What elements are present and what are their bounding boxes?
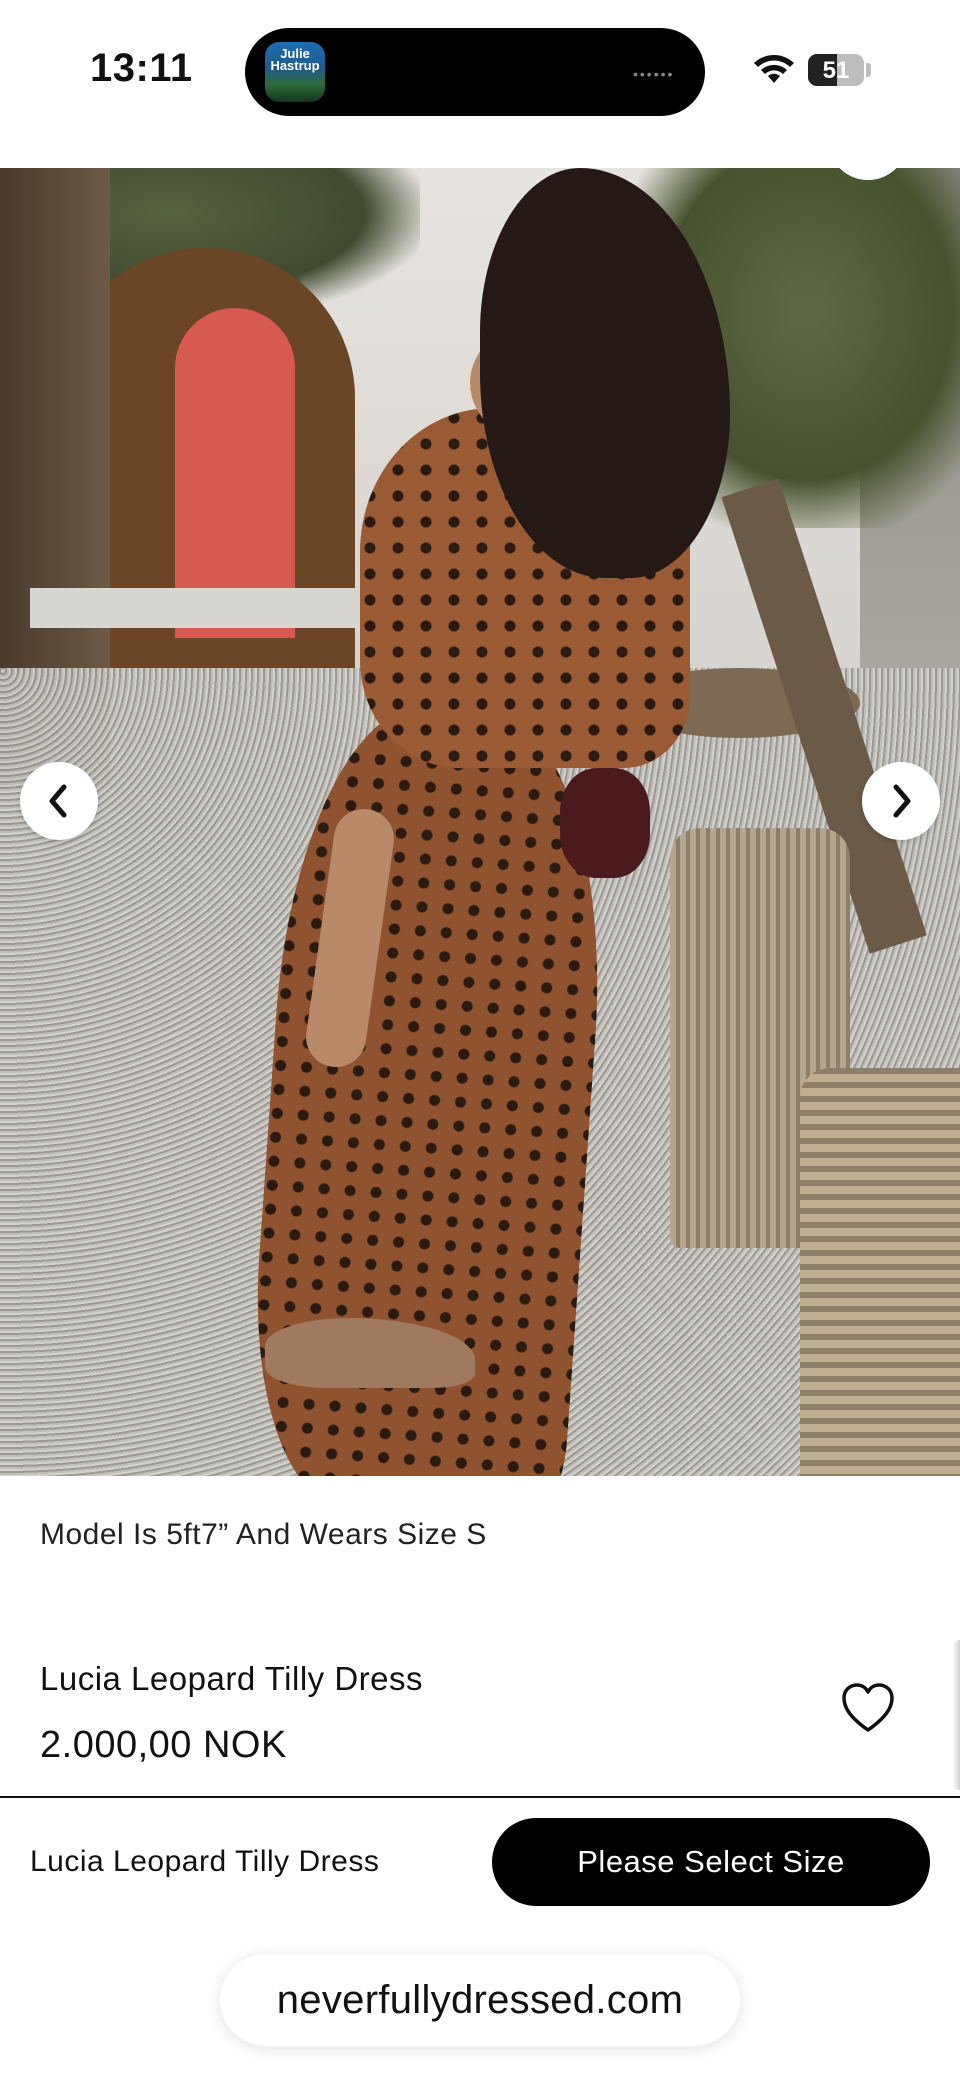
battery-percentage: 51: [822, 57, 850, 84]
wifi-icon: [754, 55, 794, 83]
model-bag: [560, 768, 650, 878]
select-size-button[interactable]: Please Select Size: [492, 1818, 930, 1906]
status-time: 13:11: [90, 46, 193, 90]
chevron-left-icon: [49, 784, 67, 818]
divider: [0, 1796, 960, 1798]
wicker-chair: [800, 1068, 960, 1476]
product-image[interactable]: [0, 168, 960, 1476]
stone-step: [30, 588, 380, 628]
battery-tip: [866, 63, 871, 77]
heart-icon: [842, 1683, 894, 1732]
battery-icon: 51: [808, 54, 864, 86]
sticky-product-title: Lucia Leopard Tilly Dress: [30, 1845, 380, 1878]
status-bar: 13:11 Julie Hastrup •••••• 51: [0, 0, 960, 168]
next-image-button[interactable]: [862, 762, 940, 840]
app-icon-label: Julie Hastrup: [270, 46, 320, 73]
chevron-right-icon: [893, 784, 911, 818]
browser-url-bar[interactable]: neverfullydressed.com: [220, 1954, 740, 2046]
side-panel-peek[interactable]: [952, 1640, 960, 1790]
previous-image-button[interactable]: [20, 762, 98, 840]
product-title: Lucia Leopard Tilly Dress: [40, 1660, 424, 1697]
now-playing-app-icon[interactable]: Julie Hastrup: [265, 42, 325, 102]
island-activity-icon: ••••••: [633, 66, 675, 82]
add-to-wishlist-button[interactable]: [838, 1680, 898, 1736]
model-size-note: Model Is 5ft7” And Wears Size S: [40, 1518, 487, 1551]
dynamic-island[interactable]: Julie Hastrup ••••••: [245, 28, 705, 116]
product-price: 2.000,00 NOK: [40, 1724, 287, 1766]
